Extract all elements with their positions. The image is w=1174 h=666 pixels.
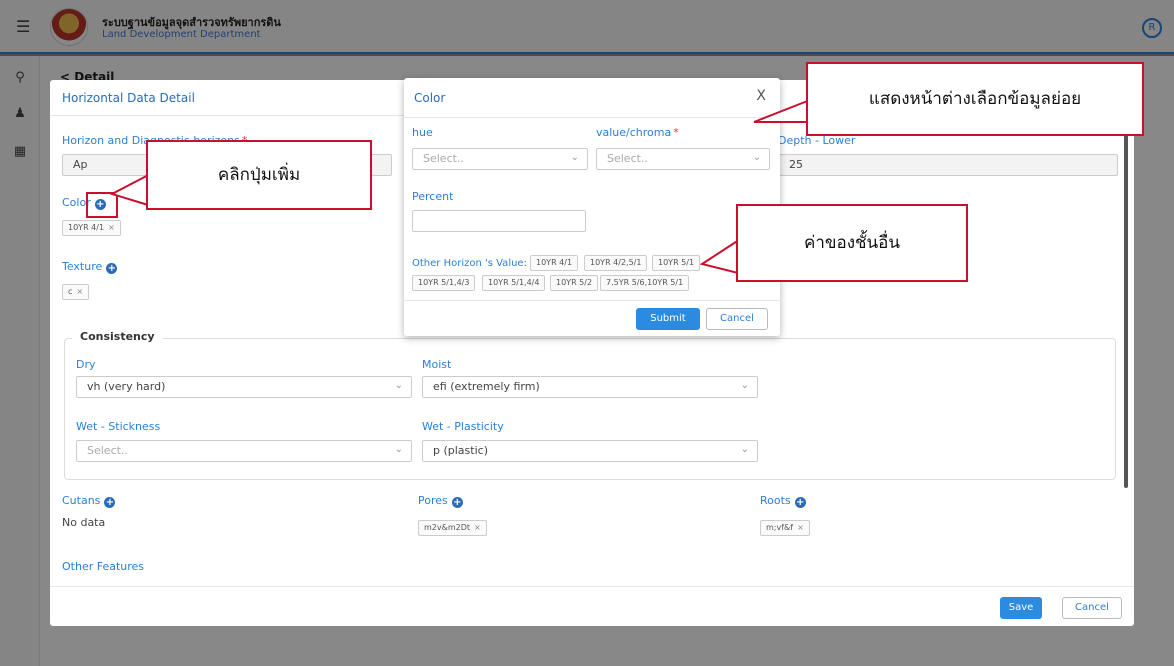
callout-other-values: ค่าของชั้นอื่น [736, 204, 968, 282]
wet-plasticity-select[interactable]: p (plastic) ⌄ [422, 440, 758, 462]
remove-tag-icon[interactable]: × [474, 523, 481, 532]
other-features-label: Other Features [62, 560, 145, 573]
wet-plasticity-label: Wet - Plasticity [422, 420, 504, 433]
color-modal-footer: Submit Cancel [404, 300, 780, 330]
other-value-tag[interactable]: 10YR 5/2 [550, 275, 599, 291]
moist-label: Moist [422, 358, 452, 371]
detail-scrollbar[interactable] [1124, 128, 1128, 488]
other-value-tag[interactable]: 10YR 4/1 [530, 255, 579, 271]
value-chroma-select[interactable]: Select.. ⌄ [596, 148, 770, 170]
other-value-tag[interactable]: 10YR 5/1,4/3 [412, 275, 476, 291]
pores-label: Pores + [418, 494, 463, 508]
chevron-down-icon: ⌄ [394, 380, 403, 391]
color-tag[interactable]: 10YR 4/1 × [62, 220, 121, 236]
hue-placeholder: Select.. [423, 152, 464, 165]
cutans-label-text: Cutans [62, 494, 101, 507]
depth-lower-input[interactable]: 25 [778, 154, 1118, 176]
remove-tag-icon[interactable]: × [797, 523, 804, 532]
pores-tag[interactable]: m2v&m2Dt × [418, 520, 487, 536]
add-roots-icon[interactable]: + [794, 497, 806, 508]
texture-tag-text: c [68, 287, 73, 296]
remove-tag-icon[interactable]: × [108, 223, 115, 232]
percent-input[interactable] [412, 210, 586, 232]
chevron-down-icon: ⌄ [394, 444, 403, 455]
hue-label: hue [412, 126, 433, 139]
callout-pointer-show-window [753, 98, 811, 123]
chevron-down-icon: ⌄ [740, 444, 749, 455]
wet-stickness-select[interactable]: Select.. ⌄ [76, 440, 412, 462]
pores-label-text: Pores [418, 494, 448, 507]
detail-title: Horizontal Data Detail [62, 91, 195, 105]
consistency-legend: Consistency [72, 330, 163, 343]
chevron-down-icon: ⌄ [752, 152, 761, 163]
roots-tag-text: m;vf&f [766, 523, 794, 532]
color-modal: Color X hue Select.. ⌄ value/chroma Selec… [404, 78, 780, 336]
callout-click-add: คลิกปุ่มเพิ่ม [146, 140, 372, 210]
roots-label: Roots + [760, 494, 806, 508]
texture-label-text: Texture [62, 260, 103, 273]
other-value-tag[interactable]: 10YR 4/2,5/1 [584, 255, 648, 271]
color-tag-text: 10YR 4/1 [68, 223, 105, 232]
add-texture-icon[interactable]: + [106, 263, 118, 274]
color-modal-header: Color X [404, 78, 780, 118]
chevron-down-icon: ⌄ [740, 380, 749, 391]
wet-stickness-placeholder: Select.. [87, 444, 128, 457]
moist-value: efi (extremely firm) [433, 380, 540, 393]
texture-tag[interactable]: c × [62, 284, 90, 300]
dry-value: vh (very hard) [87, 380, 166, 393]
other-value-tag[interactable]: 10YR 5/1,4/4 [482, 275, 546, 291]
cancel-button[interactable]: Cancel [706, 308, 768, 330]
cancel-button[interactable]: Cancel [1062, 597, 1122, 619]
pores-tag-text: m2v&m2Dt [424, 523, 471, 532]
moist-select[interactable]: efi (extremely firm) ⌄ [422, 376, 758, 398]
color-modal-title: Color [414, 91, 446, 105]
detail-footer: Save Cancel [50, 586, 1134, 626]
value-chroma-label: value/chroma [596, 126, 679, 139]
dry-label: Dry [76, 358, 96, 371]
chevron-down-icon: ⌄ [570, 152, 579, 163]
value-chroma-placeholder: Select.. [607, 152, 648, 165]
texture-label: Texture + [62, 260, 118, 274]
submit-button[interactable]: Submit [636, 308, 700, 330]
add-cutans-icon[interactable]: + [104, 497, 116, 508]
other-value-tag[interactable]: 7.5YR 5/6,10YR 5/1 [600, 275, 690, 291]
roots-tag[interactable]: m;vf&f × [760, 520, 810, 536]
cutans-label: Cutans + [62, 494, 116, 508]
roots-label-text: Roots [760, 494, 791, 507]
save-button[interactable]: Save [1000, 597, 1042, 619]
wet-plasticity-value: p (plastic) [433, 444, 488, 457]
other-value-tag[interactable]: 10YR 5/1 [652, 255, 701, 271]
hue-select[interactable]: Select.. ⌄ [412, 148, 588, 170]
percent-label: Percent [412, 190, 454, 203]
dry-select[interactable]: vh (very hard) ⌄ [76, 376, 412, 398]
cutans-no-data: No data [62, 516, 106, 529]
other-horizon-label: Other Horizon 's Value: [412, 258, 527, 269]
callout-show-window: แสดงหน้าต่างเลือกข้อมูลย่อย [806, 62, 1144, 136]
wet-stickness-label: Wet - Stickness [76, 420, 161, 433]
add-pores-icon[interactable]: + [451, 497, 463, 508]
remove-tag-icon[interactable]: × [76, 287, 83, 296]
